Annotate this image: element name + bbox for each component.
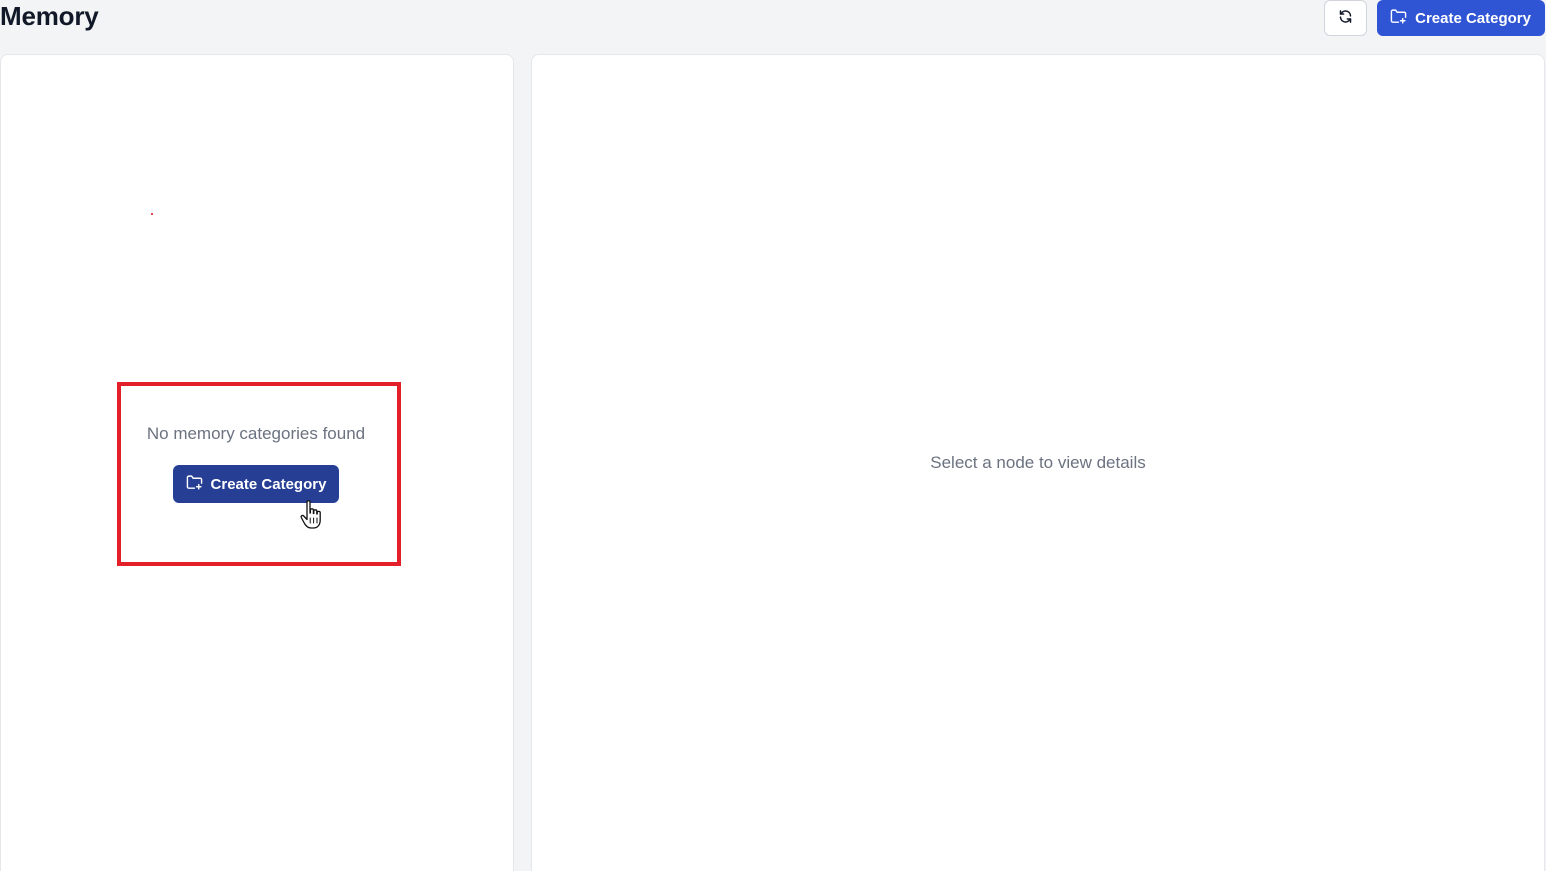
page: Memory Create Category No memory categor… bbox=[0, 0, 1546, 871]
empty-state: No memory categories found Create Catego… bbox=[120, 420, 392, 503]
refresh-button[interactable] bbox=[1324, 0, 1368, 36]
page-title: Memory bbox=[0, 1, 99, 31]
empty-message: No memory categories found bbox=[146, 424, 366, 443]
create-category-label: Create Category bbox=[1415, 9, 1531, 27]
stray-dot bbox=[151, 213, 153, 215]
create-category-label: Create Category bbox=[210, 475, 327, 493]
header-actions: Create Category bbox=[1324, 0, 1545, 36]
folder-plus-icon bbox=[186, 474, 203, 495]
create-category-button-header[interactable]: Create Category bbox=[1377, 0, 1545, 36]
refresh-icon bbox=[1338, 9, 1353, 27]
folder-plus-icon bbox=[1390, 8, 1407, 29]
details-placeholder: Select a node to view details bbox=[930, 453, 1146, 472]
hand-cursor-icon bbox=[298, 498, 328, 537]
